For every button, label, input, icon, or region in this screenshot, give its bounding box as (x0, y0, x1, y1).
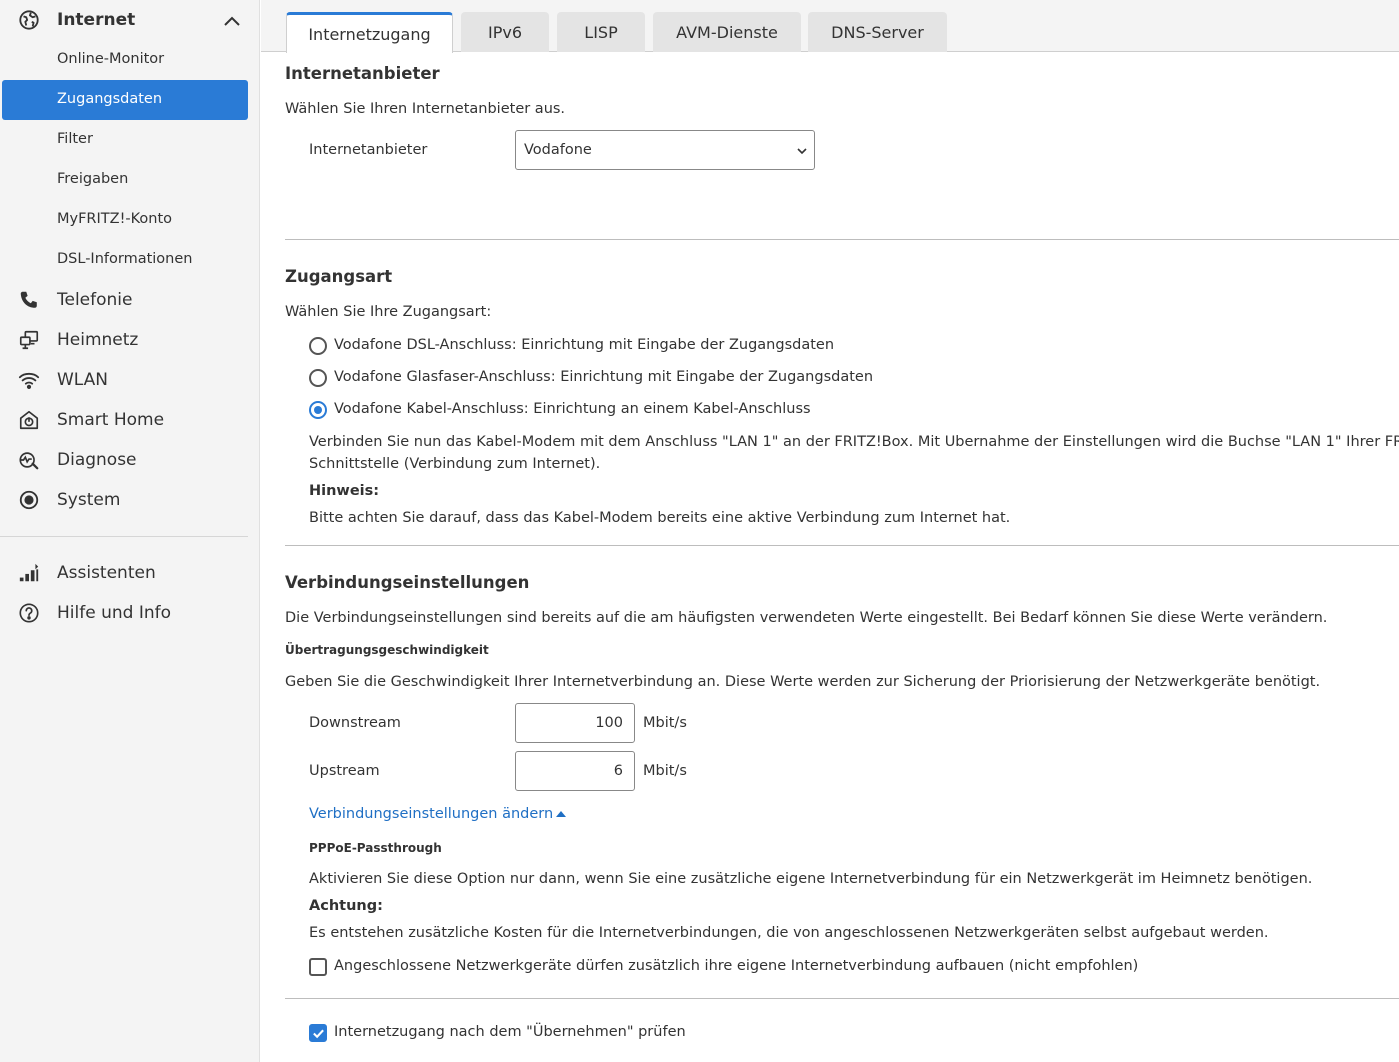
access-info-line1: Verbinden Sie nun das Kabel-Modem mit de… (309, 434, 1399, 450)
nav-item-telefonie[interactable]: Telefonie (0, 280, 260, 320)
sidebar-item-filter[interactable]: Filter (2, 120, 248, 160)
access-heading: Zugangsart (285, 267, 393, 286)
downstream-label: Downstream (309, 715, 401, 731)
radio-label-kabel[interactable]: Vodafone Kabel-Anschluss: Einrichtung an… (334, 401, 811, 417)
nav-item-internet[interactable]: Internet (0, 0, 260, 40)
nav-label-diagnose: Diagnose (57, 450, 137, 470)
nav-item-smart-home[interactable]: Smart Home (0, 400, 260, 440)
nav-label-smart-home: Smart Home (57, 410, 165, 430)
nav-item-assistenten[interactable]: Assistenten (0, 553, 260, 593)
nav-label-heimnetz: Heimnetz (57, 330, 139, 350)
diagnose-icon (17, 448, 41, 472)
provider-select-value: Vodafone (524, 142, 592, 158)
connection-heading: Verbindungseinstellungen (285, 573, 530, 592)
sidebar-item-dsl-informationen[interactable]: DSL-Informationen (2, 240, 248, 280)
nav-label-wlan: WLAN (57, 370, 109, 390)
nav-label-hilfe-und-info: Hilfe und Info (57, 603, 171, 623)
upstream-unit: Mbit/s (643, 763, 687, 779)
tab-bar: Internetzugang IPv6 LISP AVM-Dienste DNS… (261, 0, 1399, 53)
sidebar-item-label: DSL-Informationen (57, 251, 193, 267)
tab-ipv6[interactable]: IPv6 (461, 12, 549, 52)
nav-label-internet: Internet (57, 10, 136, 30)
upstream-value: 6 (613, 763, 623, 779)
section-divider (285, 239, 1399, 240)
section-divider (285, 545, 1399, 546)
nav-label-assistenten: Assistenten (57, 563, 156, 583)
wifi-icon (17, 368, 41, 392)
speed-heading: Übertragungsgeschwindigkeit (285, 643, 489, 657)
hint-text: Bitte achten Sie darauf, dass das Kabel-… (309, 510, 1011, 526)
tab-avm-dienste[interactable]: AVM-Dienste (653, 12, 801, 52)
sidebar-item-zugangsdaten[interactable]: Zugangsdaten (2, 80, 248, 120)
radio-label-glasfaser[interactable]: Vodafone Glasfaser-Anschluss: Einrichtun… (334, 369, 873, 385)
radio-dsl[interactable] (309, 337, 327, 355)
nav-item-diagnose[interactable]: Diagnose (0, 440, 260, 480)
globe-icon (17, 8, 41, 32)
chevron-up-icon[interactable] (222, 11, 242, 31)
nav-item-heimnetz[interactable]: Heimnetz (0, 320, 260, 360)
provider-description: Wählen Sie Ihren Internetanbieter aus. (285, 101, 566, 117)
sidebar-item-label: Zugangsdaten (57, 91, 163, 107)
tab-dns-server[interactable]: DNS-Server (808, 12, 947, 52)
sidebar-item-myfritz-konto[interactable]: MyFRITZ!-Konto (2, 200, 248, 240)
sidebar-item-label: MyFRITZ!-Konto (57, 211, 173, 227)
warning-text: Es entstehen zusätzliche Kosten für die … (309, 925, 1269, 941)
system-icon (17, 488, 41, 512)
access-info-line2: Schnittstelle (Verbindung zum Internet). (309, 456, 601, 472)
help-icon (17, 601, 41, 625)
pppoe-checkbox-label[interactable]: Angeschlossene Netzwerkgeräte dürfen zus… (334, 958, 1138, 974)
nav-item-system[interactable]: System (0, 480, 260, 520)
downstream-input[interactable]: 100 (515, 703, 635, 743)
check-access-label[interactable]: Internetzugang nach dem "Übernehmen" prü… (334, 1024, 686, 1040)
main-content: Internetzugang IPv6 LISP AVM-Dienste DNS… (261, 0, 1399, 1062)
pppoe-heading: PPPoE-Passthrough (309, 841, 442, 855)
change-settings-link-text: Verbindungseinstellungen ändern (309, 806, 554, 822)
nav-item-hilfe-und-info[interactable]: Hilfe und Info (0, 593, 260, 633)
hint-label: Hinweis: (309, 483, 380, 499)
sidebar-item-label: Online-Monitor (57, 51, 165, 67)
sidebar-divider (0, 536, 248, 537)
assistant-icon (17, 561, 41, 585)
nav-item-wlan[interactable]: WLAN (0, 360, 260, 400)
tab-internetzugang[interactable]: Internetzugang (286, 12, 453, 53)
connection-description: Die Verbindungseinstellungen sind bereit… (285, 610, 1328, 626)
sidebar-item-label: Freigaben (57, 171, 129, 187)
sidebar-item-freigaben[interactable]: Freigaben (2, 160, 248, 200)
speed-description: Geben Sie die Geschwindigkeit Ihrer Inte… (285, 674, 1321, 690)
access-description: Wählen Sie Ihre Zugangsart: (285, 304, 492, 320)
smarthome-icon (17, 408, 41, 432)
change-settings-link[interactable]: Verbindungseinstellungen ändern (309, 803, 567, 822)
tab-lisp[interactable]: LISP (557, 12, 645, 52)
provider-heading: Internetanbieter (285, 64, 440, 83)
sidebar-item-label: Filter (57, 131, 93, 147)
section-divider (285, 998, 1399, 999)
provider-select[interactable]: Vodafone (515, 130, 815, 170)
sidebar: Internet Online-Monitor Zugangsdaten Fil… (0, 0, 260, 1062)
pppoe-description: Aktivieren Sie diese Option nur dann, we… (309, 871, 1313, 887)
sidebar-item-online-monitor[interactable]: Online-Monitor (2, 40, 248, 80)
network-icon (17, 328, 41, 352)
warning-label: Achtung: (309, 898, 383, 914)
downstream-value: 100 (595, 715, 623, 731)
caret-up-icon (556, 810, 567, 817)
provider-field-label: Internetanbieter (309, 142, 428, 158)
nav-label-telefonie: Telefonie (57, 290, 133, 310)
radio-label-dsl[interactable]: Vodafone DSL-Anschluss: Einrichtung mit … (334, 337, 834, 353)
upstream-input[interactable]: 6 (515, 751, 635, 791)
nav-label-system: System (57, 490, 121, 510)
checkmark-icon (313, 1029, 324, 1039)
check-access-checkbox[interactable] (309, 1024, 327, 1042)
radio-glasfaser[interactable] (309, 369, 327, 387)
pppoe-checkbox[interactable] (309, 958, 327, 976)
downstream-unit: Mbit/s (643, 715, 687, 731)
chevron-down-icon (797, 148, 807, 155)
radio-kabel[interactable] (309, 401, 327, 419)
upstream-label: Upstream (309, 763, 380, 779)
phone-icon (17, 288, 41, 312)
